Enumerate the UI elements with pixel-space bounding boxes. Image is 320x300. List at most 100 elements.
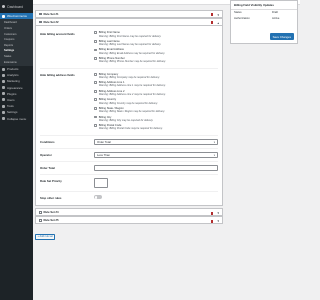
stop-rules-label: Stop other rules [40,196,62,201]
drag-handle-icon[interactable] [39,211,42,214]
sidebar-brand[interactable]: Dashboard [0,0,33,13]
trash-icon[interactable] [210,211,213,215]
checkbox[interactable] [94,124,97,127]
checkbox[interactable] [94,81,97,85]
settings-icon [2,110,5,114]
status-value: Draft [272,11,278,15]
status-key: Status [234,11,242,15]
rule-set-title: Rule Set #1 [43,12,59,16]
stop-rules-row: Stop other rules [40,192,218,203]
operator-row: Operator Less Than ▾ [40,149,218,161]
woocommerce-submenu: Dashboard Orders Customers Coupons Repor… [0,19,33,66]
field-warning: Warning: Billing Country may be required… [98,101,158,105]
conditions-row: Conditions Order Total ▾ [40,136,218,148]
wrench-icon [2,104,5,108]
save-changes-button[interactable]: Save Changes [269,33,294,40]
rule-set-editor: Hide billing account fields Billing Firs… [35,26,223,207]
trash-icon[interactable] [210,219,213,223]
trash-icon[interactable] [210,13,213,17]
conditions-label: Conditions [40,140,55,145]
field-warning: Warning: Billing Company may be required… [98,75,160,79]
checkbox[interactable] [94,57,97,60]
checkbox[interactable] [94,72,97,76]
sidebar-item-label: Marketing [7,79,20,84]
billing-fields-row: Hide billing account fields Billing Firs… [40,28,218,68]
admin-sidebar: Dashboard WooCommerce Dashboard Orders C… [0,0,33,300]
submenu-item-extensions[interactable]: Extensions [0,59,33,65]
checkbox[interactable] [94,89,97,93]
rule-set-row[interactable]: Rule Set #4 ▾ [35,208,223,217]
drag-handle-icon[interactable] [39,20,42,24]
checkbox[interactable] [94,107,97,110]
sidebar-item-label: Appearance [7,85,23,90]
field-warning: Warning: Billing Address Line 2 may be r… [98,93,166,97]
address-fields-row: Hide billing address fields Billing Comp… [40,69,218,135]
drag-handle-icon[interactable] [39,12,42,16]
field-warning: Warning: Billing Address Line 1 may be r… [98,84,166,88]
conditions-select[interactable]: Order Total ▾ [94,139,218,146]
checkbox[interactable] [94,98,97,102]
authorization-row: Authorization Active [231,15,297,20]
billing-fields-label: Hide billing account fields [40,32,75,36]
order-total-input[interactable] [94,165,218,172]
field-warning: Warning: Billing City may be required fo… [98,118,154,122]
sidebar-item-label: Users [7,97,15,102]
field-warning: Warning: Billing First Name may be requi… [98,34,162,38]
products-icon [2,67,5,71]
checkbox[interactable] [94,115,97,119]
rule-set-title: Rule Set #4 [43,210,59,215]
megaphone-icon [2,79,5,83]
priority-label: Rule Set Priority [40,179,62,184]
rule-set-row[interactable]: Rule Set #5 ▾ [35,216,223,225]
checkbox[interactable] [94,31,97,35]
stop-rules-toggle[interactable] [94,195,102,200]
order-total-label: Order Total [40,166,55,171]
chevron-down-icon[interactable]: ▾ [217,219,219,223]
checkbox[interactable] [94,48,97,52]
checkbox-label: Billing First Name [98,31,120,35]
priority-input[interactable] [94,178,108,189]
order-total-row: Order Total [40,162,218,174]
chevron-down-icon[interactable]: ▾ [217,13,219,17]
rule-set-row-expanded[interactable]: Rule Set #2 ▴ [35,18,223,26]
rule-set-title: Rule Set #5 [43,218,59,223]
users-icon [2,98,5,102]
trash-icon[interactable] [210,21,213,25]
conditions-value: Order Total [97,140,111,145]
brush-icon [2,86,5,90]
sidebar-collapse[interactable]: Collapse menu [0,115,33,121]
address-fields-label: Hide billing address fields [40,73,75,78]
publish-box: Billing Field Visibility Updates Status D… [230,0,298,44]
rule-set-title: Rule Set #2 [43,20,59,24]
add-rule-set-button[interactable]: + Add rule set [35,233,56,241]
checkbox[interactable] [94,39,97,43]
chevron-down-icon: ▾ [213,153,215,157]
checkbox-label: Billing Country [98,98,117,102]
operator-value: Less Than [97,153,111,158]
sidebar-item-label: Settings [7,110,18,115]
operator-select[interactable]: Less Than ▾ [94,152,218,159]
sidebar-brand-label: Dashboard [7,4,23,9]
plugin-icon [2,92,5,96]
rule-sets-panel: Rule Set #1 ▾ Rule Set #2 ▴ Hide billing… [35,10,223,300]
drag-handle-icon[interactable] [39,219,42,222]
sidebar-item-label: Analytics [7,73,19,78]
sidebar-item-label: Collapse menu [7,116,27,121]
collapse-icon [2,117,5,121]
field-warning: Warning: Billing State / Region may be r… [98,110,165,114]
analytics-icon [2,73,5,77]
wordpress-icon [2,4,6,9]
field-warning: Warning: Billing Postal Code may be requ… [98,127,163,131]
publish-box-title: Billing Field Visibility Updates [231,1,297,10]
sidebar-item-label: Plugins [7,91,17,96]
operator-label: Operator [40,153,52,158]
sidebar-item-label: Products [7,67,19,72]
authorization-value: Active [272,16,280,20]
rule-set-row[interactable]: Rule Set #1 ▾ [35,10,223,18]
chevron-down-icon[interactable]: ▾ [217,211,219,215]
woocommerce-icon [2,14,5,18]
authorization-key: Authorization [234,16,250,20]
sidebar-item-label: WooCommerce [7,14,28,19]
priority-row: Rule Set Priority [40,175,218,191]
chevron-up-icon[interactable]: ▴ [217,21,219,25]
